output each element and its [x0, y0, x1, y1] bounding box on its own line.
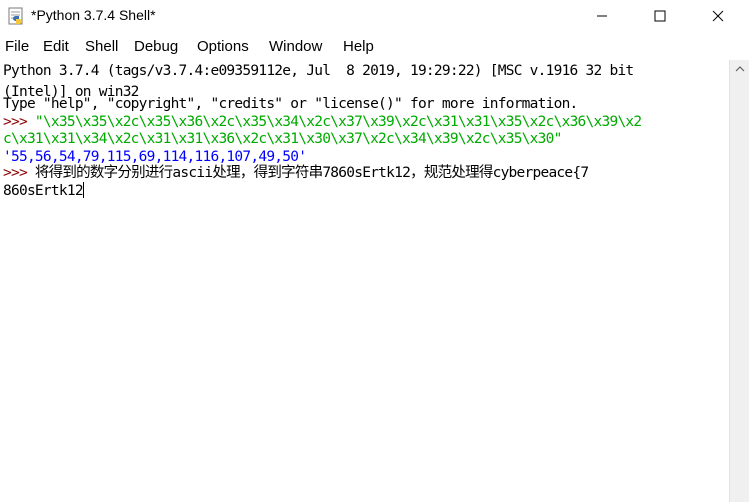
input-text: "\x35\x35\x2c\x35\x36\x2c\x35\x34\x2c\x3… — [34, 114, 642, 130]
menu-edit[interactable]: Edit — [43, 38, 69, 55]
scroll-up-arrow-icon[interactable] — [735, 65, 745, 73]
menu-window[interactable]: Window — [269, 38, 322, 55]
menu-bar: File Edit Shell Debug Options Window Hel… — [0, 34, 749, 58]
maximize-button[interactable] — [637, 0, 683, 32]
maximize-icon — [654, 10, 666, 22]
menu-help[interactable]: Help — [343, 38, 374, 55]
python-idle-icon — [8, 7, 23, 25]
window-title: *Python 3.7.4 Shell* — [31, 7, 156, 23]
input-line: 860sErtk12 — [3, 181, 84, 202]
input-text: 将得到的数字分别进行ascii处理，得到字符串7860sErtk12，规范处理得… — [34, 165, 589, 181]
close-button[interactable] — [695, 0, 741, 32]
input-text: 860sErtk12 — [3, 183, 84, 199]
shell-text-area[interactable]: Python 3.7.4 (tags/v3.7.4:e09359112e, Ju… — [0, 60, 729, 502]
minimize-button[interactable] — [579, 0, 625, 32]
text-cursor — [82, 182, 84, 198]
menu-file[interactable]: File — [5, 38, 29, 55]
shell-prompt: >>> — [3, 165, 35, 181]
minimize-icon — [597, 15, 607, 17]
menu-shell[interactable]: Shell — [85, 38, 118, 55]
menu-options[interactable]: Options — [197, 38, 249, 55]
title-bar: *Python 3.7.4 Shell* — [0, 0, 749, 32]
menu-debug[interactable]: Debug — [134, 38, 178, 55]
banner-line: Python 3.7.4 (tags/v3.7.4:e09359112e, Ju… — [3, 63, 634, 79]
input-line: >>> 将得到的数字分别进行ascii处理，得到字符串7860sErtk12，规… — [3, 163, 589, 184]
vertical-scrollbar[interactable] — [729, 60, 749, 502]
close-icon — [712, 10, 724, 22]
shell-prompt: >>> — [3, 114, 35, 130]
